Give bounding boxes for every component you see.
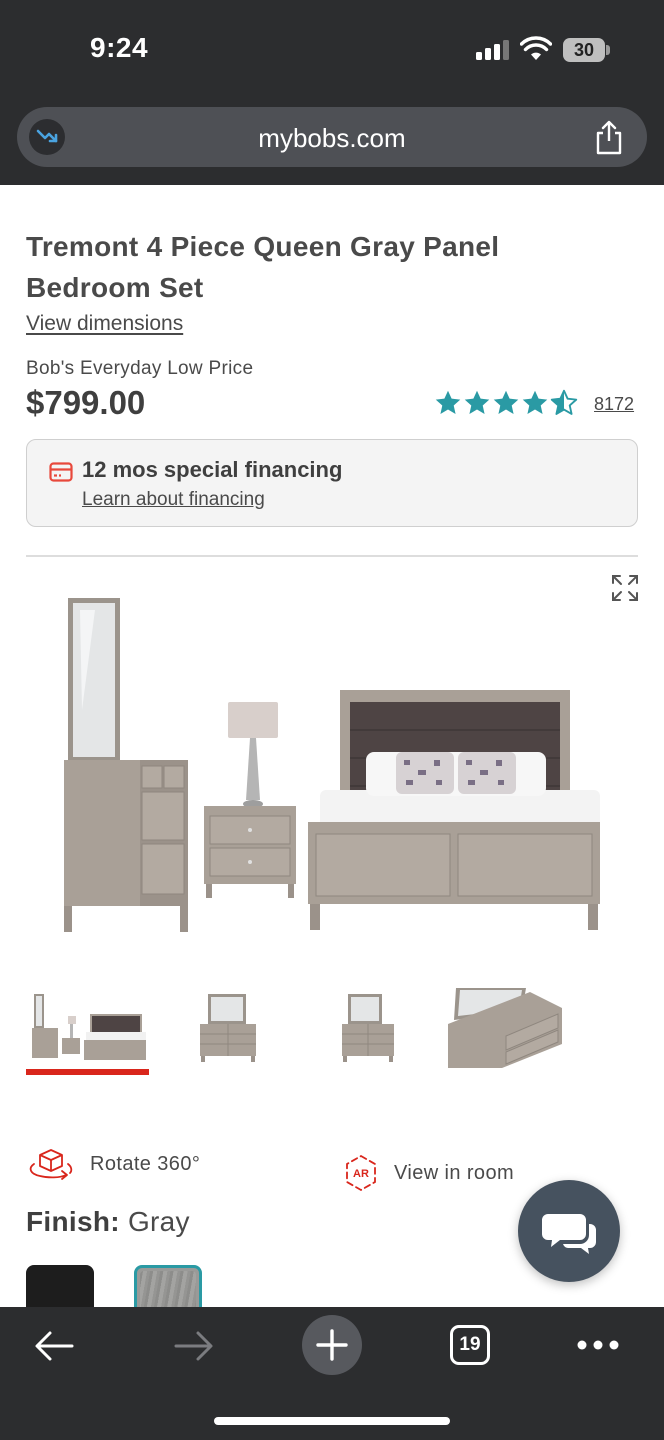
share-icon[interactable] xyxy=(593,119,625,155)
credit-card-icon xyxy=(49,462,73,482)
price-label: Bob's Everyday Low Price xyxy=(26,358,254,379)
star-icon xyxy=(464,390,490,414)
thumbnail-dresser-mirror-front[interactable] xyxy=(186,984,270,1068)
financing-box[interactable]: 12 mos special financing Learn about fin… xyxy=(26,439,638,527)
battery-nub xyxy=(606,45,610,55)
svg-text:AR: AR xyxy=(353,1168,369,1180)
rotate-360-button[interactable]: Rotate 360° xyxy=(90,1153,200,1176)
thumbnail-bedroom-set[interactable] xyxy=(26,984,149,1068)
tabs-icon[interactable]: 19 xyxy=(450,1325,490,1365)
star-icon xyxy=(493,390,519,414)
more-icon[interactable] xyxy=(576,1339,620,1351)
view-in-room-button[interactable]: View in room xyxy=(394,1162,514,1185)
battery-icon: 30 xyxy=(563,38,605,62)
address-bar[interactable]: mybobs.com xyxy=(17,107,647,167)
signal-icon xyxy=(476,40,510,60)
view-dimensions-link[interactable]: View dimensions xyxy=(26,312,183,336)
half-star-icon xyxy=(550,389,578,415)
browser-top-chrome: 9:24 30 mybobs.com xyxy=(0,0,664,185)
browser-bottom-toolbar: 19 xyxy=(0,1307,664,1440)
finish-selector-label: Finish: Gray xyxy=(26,1206,190,1238)
finish-label: Finish: xyxy=(26,1206,120,1237)
ar-icon[interactable]: AR xyxy=(342,1154,380,1192)
review-count-link[interactable]: 8172 xyxy=(594,394,634,415)
product-main-image[interactable] xyxy=(40,590,640,960)
selected-thumbnail-indicator xyxy=(26,1069,149,1075)
product-title: Tremont 4 Piece Queen Gray Panel Bedroom… xyxy=(26,231,500,303)
thumbnail-dresser-closeup[interactable] xyxy=(446,984,562,1068)
chat-button[interactable] xyxy=(518,1180,620,1282)
star-rating[interactable] xyxy=(434,389,578,417)
home-indicator xyxy=(214,1417,450,1425)
product-price: $799.00 xyxy=(26,384,146,421)
star-icon xyxy=(435,390,461,414)
new-tab-button[interactable] xyxy=(302,1315,362,1375)
chat-bubbles-icon xyxy=(542,1214,596,1254)
section-divider xyxy=(26,555,638,557)
back-arrow-icon[interactable] xyxy=(32,1329,76,1363)
rotate-360-icon[interactable] xyxy=(26,1146,76,1184)
wifi-icon xyxy=(520,36,552,60)
thumbnail-dresser-mirror-angle[interactable] xyxy=(330,984,414,1068)
forward-arrow-icon[interactable] xyxy=(172,1329,216,1363)
status-time: 9:24 xyxy=(90,32,149,63)
finish-value: Gray xyxy=(127,1206,190,1237)
financing-title: 12 mos special financing xyxy=(82,457,343,482)
star-icon xyxy=(522,390,548,414)
learn-financing-link[interactable]: Learn about financing xyxy=(82,489,265,511)
plus-icon xyxy=(316,1329,348,1361)
url-text[interactable]: mybobs.com xyxy=(17,123,647,154)
